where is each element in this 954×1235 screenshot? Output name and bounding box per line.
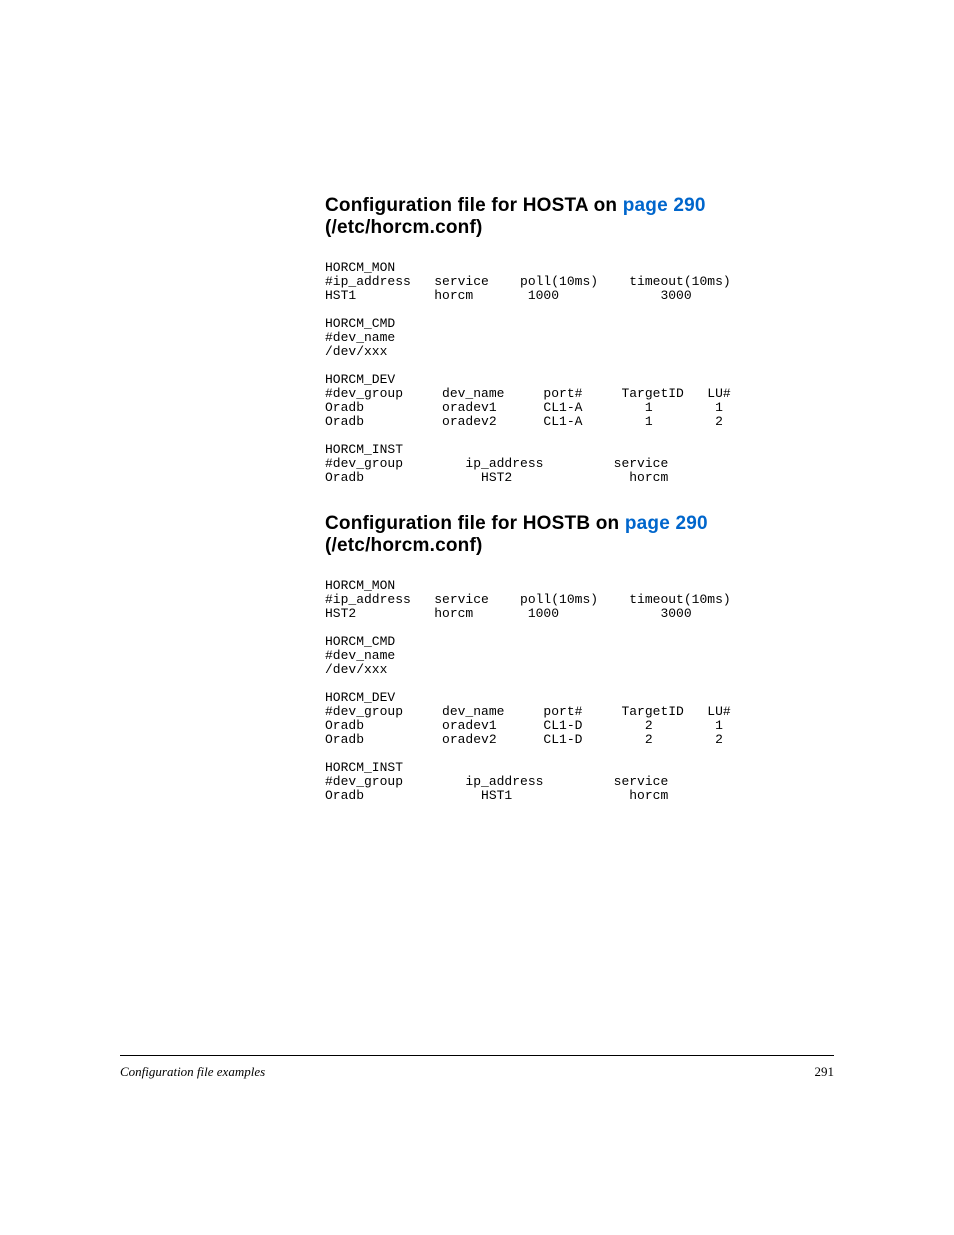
heading-hosta: Configuration file for HOSTA on page 290… [325, 195, 834, 239]
heading-hostb: Configuration file for HOSTB on page 290… [325, 513, 834, 557]
section-hostb: Configuration file for HOSTB on page 290… [325, 513, 834, 803]
code-block-hosta: HORCM_MON #ip_address service poll(10ms)… [325, 261, 834, 485]
page-footer: Configuration file examples 291 [120, 1055, 834, 1080]
footer-title: Configuration file examples [120, 1064, 265, 1080]
heading-link[interactable]: page 290 [623, 195, 706, 216]
heading-text-post: (/etc/horcm.conf) [325, 535, 483, 556]
footer-page-number: 291 [815, 1064, 835, 1080]
heading-text-pre: Configuration file for HOSTB on [325, 513, 625, 534]
document-page: Configuration file for HOSTA on page 290… [0, 0, 954, 1235]
heading-text-post: (/etc/horcm.conf) [325, 217, 483, 238]
code-block-hostb: HORCM_MON #ip_address service poll(10ms)… [325, 579, 834, 803]
heading-link[interactable]: page 290 [625, 513, 708, 534]
section-hosta: Configuration file for HOSTA on page 290… [325, 195, 834, 485]
heading-text-pre: Configuration file for HOSTA on [325, 195, 623, 216]
